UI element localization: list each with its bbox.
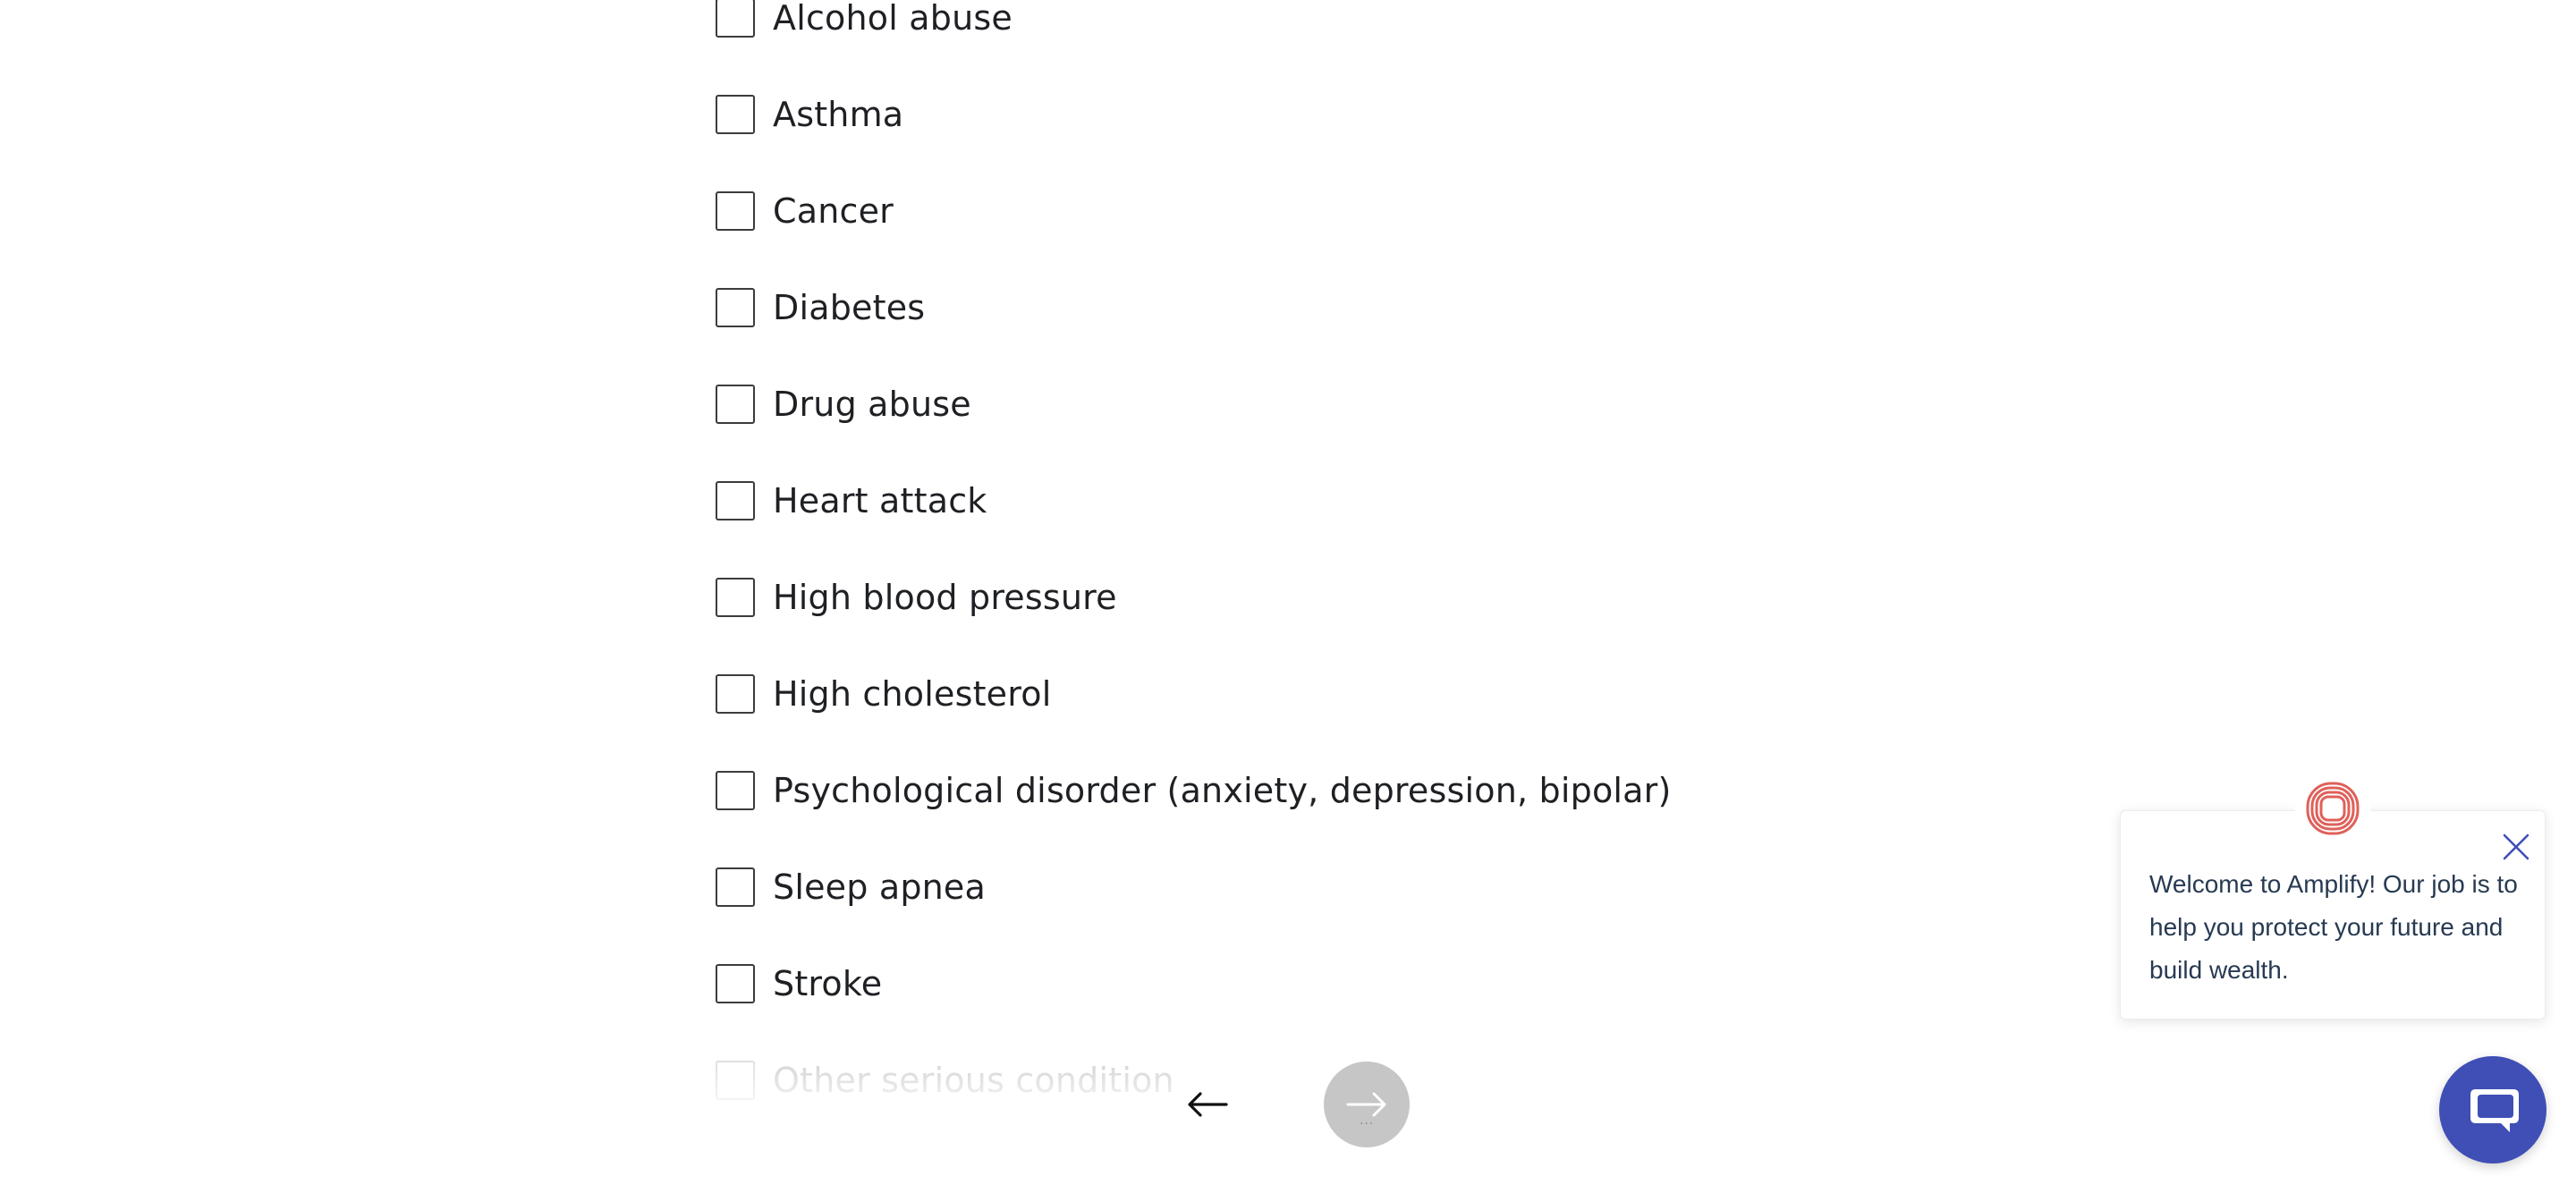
condition-label: Asthma [773,95,904,134]
amplify-logo-icon [2295,771,2370,846]
condition-option[interactable]: Sleep apnea [716,839,1671,935]
chat-welcome-message: Welcome to Amplify! Our job is to help y… [2149,870,2518,984]
condition-option[interactable]: Drug abuse [716,356,1671,453]
loading-dots: ... [1360,1113,1375,1128]
checkbox[interactable] [716,964,755,1003]
condition-label: High blood pressure [773,578,1117,617]
condition-option[interactable]: Cancer [716,163,1671,259]
condition-label: Alcohol abuse [773,0,1013,38]
checkbox[interactable] [716,288,755,327]
condition-label: Heart attack [773,481,987,520]
condition-option[interactable]: Psychological disorder (anxiety, depress… [716,742,1671,839]
checkbox[interactable] [716,95,755,134]
checkbox[interactable] [716,481,755,520]
chat-bubbles-icon [2470,1089,2519,1132]
condition-label: Cancer [773,191,894,231]
conditions-checklist: Alcohol abuse Asthma Cancer Diabetes Dru… [716,0,1671,1129]
condition-label: Other serious condition [773,1061,1174,1100]
condition-option[interactable]: Diabetes [716,259,1671,356]
chat-close-button[interactable] [2501,832,2531,862]
arrow-left-icon [1188,1092,1228,1117]
page: Alcohol abuse Asthma Cancer Diabetes Dru… [0,0,2576,1193]
condition-label: High cholesterol [773,674,1052,714]
chat-launcher-button[interactable] [2439,1056,2546,1163]
checkbox[interactable] [716,385,755,424]
checkbox[interactable] [716,0,755,38]
next-button[interactable] [1324,1062,1410,1147]
checkbox[interactable] [716,771,755,810]
condition-label: Sleep apnea [773,867,986,907]
checkbox[interactable] [716,867,755,907]
condition-option[interactable]: High cholesterol [716,646,1671,742]
condition-option[interactable]: Alcohol abuse [716,0,1671,66]
condition-option[interactable]: Stroke [716,935,1671,1032]
condition-option[interactable]: High blood pressure [716,549,1671,646]
condition-label: Psychological disorder (anxiety, depress… [773,771,1672,810]
checkbox[interactable] [716,674,755,714]
checkbox[interactable] [716,1061,755,1100]
condition-label: Drug abuse [773,385,971,424]
condition-option[interactable]: Asthma [716,66,1671,163]
back-button[interactable] [1181,1082,1234,1127]
condition-label: Stroke [773,964,883,1003]
close-icon [2503,833,2529,860]
condition-option[interactable]: Heart attack [716,453,1671,549]
checkbox[interactable] [716,578,755,617]
condition-label: Diabetes [773,288,926,327]
checkbox[interactable] [716,191,755,231]
